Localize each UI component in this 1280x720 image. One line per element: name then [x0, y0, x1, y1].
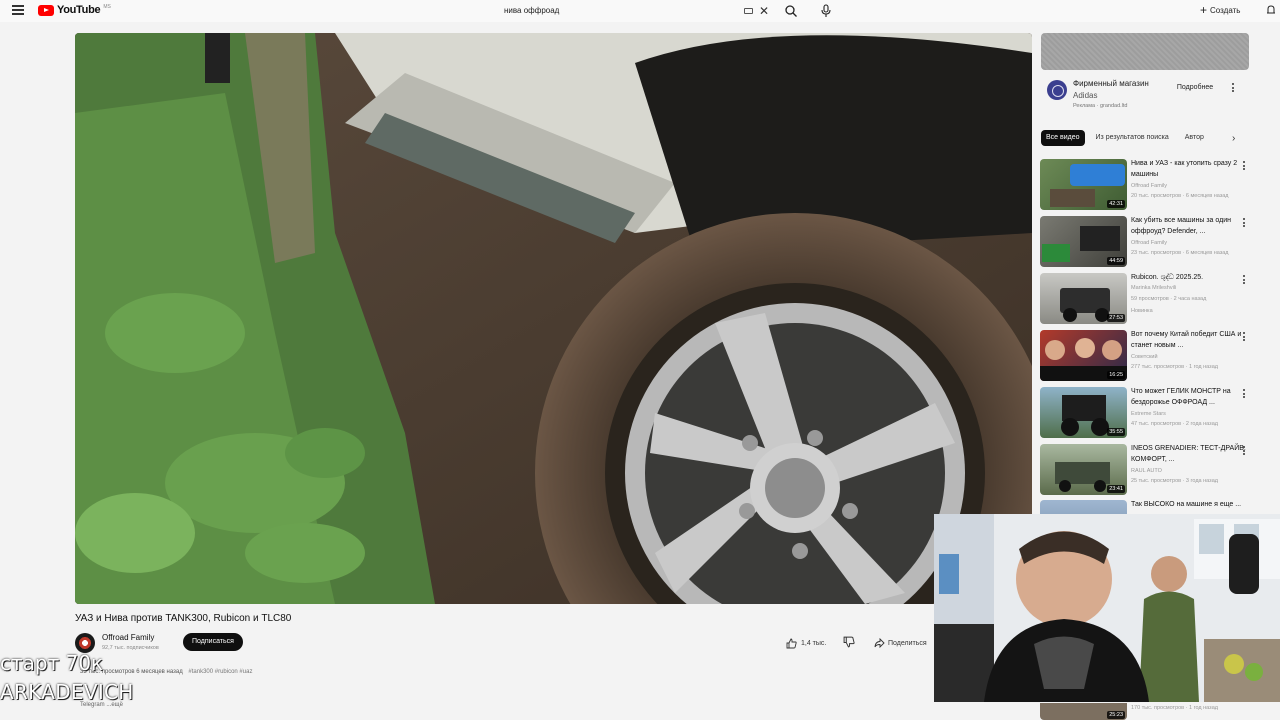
recommendation-meta: 47 тыс. просмотров · 2 года назад	[1131, 421, 1218, 427]
more-vert-icon[interactable]	[1232, 83, 1236, 93]
video-player[interactable]	[75, 33, 1032, 604]
more-vert-icon[interactable]	[1243, 218, 1247, 228]
chip-author[interactable]: Автор	[1180, 130, 1209, 146]
recommendation-meta: 25 тыс. просмотров · 3 года назад	[1131, 478, 1218, 484]
recommendation-item[interactable]: 27:53 Rubicon. ශුද්ධ 2025.25. Marinka Mr…	[1040, 273, 1260, 325]
recommendation-title[interactable]: Rubicon. ශුද්ධ 2025.25.	[1131, 273, 1251, 284]
ad-brand: Adidas	[1073, 91, 1098, 100]
recommendation-thumbnail[interactable]: 35:55	[1040, 387, 1127, 438]
duration-badge: 27:53	[1107, 314, 1125, 322]
like-icon	[786, 638, 797, 648]
webcam-feed	[934, 514, 1280, 702]
more-vert-icon[interactable]	[1243, 332, 1247, 342]
recommendation-channel[interactable]: Marinka Mrileshvili	[1131, 285, 1176, 291]
recommendation-title[interactable]: Вот почему Китай победит США и станет но…	[1131, 330, 1251, 351]
recommendation-title[interactable]: INEOS GRENADIER: ТЕСТ-ДРАЙВ. КОМФОРТ, ..…	[1131, 444, 1251, 465]
duration-badge: 44:59	[1107, 257, 1125, 265]
top-bar: YouTube MS нива оффроад ✕ + Создать	[0, 0, 1280, 22]
recommendation-thumbnail[interactable]: 42:31	[1040, 159, 1127, 210]
recommendation-channel[interactable]: Offroad Family	[1131, 183, 1167, 189]
logo-text: YouTube	[57, 4, 101, 16]
hashtags[interactable]: #tank300 #rubicon #uaz	[188, 669, 252, 675]
channel-name[interactable]: Offroad Family	[102, 633, 154, 642]
more-vert-icon[interactable]	[1243, 389, 1247, 399]
recommendation-meta: 59 просмотров · 2 часа назад	[1131, 296, 1207, 302]
create-label: Создать	[1210, 5, 1241, 15]
subscribe-button[interactable]: Подписаться	[183, 633, 243, 651]
stream-overlay-name: ARKADEVICH	[0, 680, 134, 704]
ad-banner[interactable]	[1041, 33, 1249, 70]
ad-sponsored-label: Реклама · grandad.ltd	[1073, 103, 1128, 109]
search-icon[interactable]	[784, 4, 798, 18]
keyboard-icon[interactable]	[743, 7, 753, 14]
search-box[interactable]: нива оффроад ✕	[495, 2, 775, 19]
recommendation-channel[interactable]: Extreme Stars	[1131, 411, 1166, 417]
chevron-right-icon[interactable]: ›	[1232, 134, 1240, 144]
recommendation-title[interactable]: Как убить все машины за один оффроуд? De…	[1131, 216, 1251, 237]
recommendation-meta: 277 тыс. просмотров · 1 год назад	[1131, 364, 1218, 370]
recommendation-meta: 23 тыс. просмотров · 6 месяцев назад	[1131, 250, 1229, 256]
recommendation-item[interactable]: 16:25 Вот почему Китай победит США и ста…	[1040, 330, 1260, 382]
recommendation-channel[interactable]: RAUL AUTO	[1131, 468, 1162, 474]
recommendation-item[interactable]: 23:41 INEOS GRENADIER: ТЕСТ-ДРАЙВ. КОМФО…	[1040, 444, 1260, 496]
bell-icon[interactable]	[1265, 4, 1277, 16]
like-button[interactable]: 1,4 тыс.	[786, 635, 826, 651]
menu-icon[interactable]	[12, 5, 24, 15]
stream-overlay-goal: старт 70к	[0, 651, 104, 675]
recommendation-title[interactable]: Так ВЫСОКО на машине я еще ...	[1131, 500, 1251, 511]
like-count: 1,4 тыс.	[801, 639, 827, 647]
new-badge: Новинка	[1131, 308, 1153, 314]
recommendation-thumbnail[interactable]: 44:59	[1040, 216, 1127, 267]
share-button[interactable]: Поделиться	[874, 635, 927, 651]
recommendation-meta: 170 тыс. просмотров · 1 год назад	[1131, 705, 1218, 711]
recommendation-thumbnail[interactable]: 23:41	[1040, 444, 1127, 495]
recommendation-thumbnail[interactable]: 27:53	[1040, 273, 1127, 324]
youtube-play-icon	[38, 4, 54, 16]
duration-badge: 23:41	[1107, 485, 1125, 493]
video-description-meta[interactable]: 33 тыс. просмотров 6 месяцев назад #tank…	[80, 669, 252, 675]
youtube-logo[interactable]: YouTube MS	[38, 4, 111, 16]
share-icon	[874, 638, 885, 648]
dislike-icon[interactable]	[843, 636, 855, 648]
recommendation-thumbnail[interactable]: 25:23	[1040, 703, 1127, 720]
chip-all-videos[interactable]: Все видео	[1041, 130, 1085, 146]
recommendation-item[interactable]: 42:31 Нива и УАЗ - как утопить сразу 2 м…	[1040, 159, 1260, 211]
recommendation-item[interactable]: 25:23 170 тыс. просмотров · 1 год назад	[1040, 703, 1260, 720]
duration-badge: 35:55	[1107, 428, 1125, 436]
mic-icon[interactable]	[820, 4, 832, 18]
more-vert-icon[interactable]	[1243, 161, 1247, 171]
recommendation-channel[interactable]: Offroad Family	[1131, 240, 1167, 246]
more-vert-icon[interactable]	[1243, 446, 1247, 456]
ad-details-button[interactable]: Подробнее	[1168, 81, 1222, 95]
webcam-overlay	[934, 514, 1280, 702]
search-input[interactable]: нива оффроад	[495, 6, 744, 15]
chip-from-search[interactable]: Из результатов поиска	[1091, 130, 1174, 146]
more-vert-icon[interactable]	[1243, 275, 1247, 285]
duration-badge: 25:23	[1107, 711, 1125, 719]
recommendation-item[interactable]: 35:55 Что может ГЕЛИК МОНСТР на бездорож…	[1040, 387, 1260, 439]
recommendation-title[interactable]: Нива и УАЗ - как утопить сразу 2 машины	[1131, 159, 1251, 180]
video-title: УАЗ и Нива против TANK300, Rubicon и TLC…	[75, 613, 292, 624]
duration-badge: 42:31	[1107, 200, 1125, 208]
video-frame	[75, 33, 1032, 604]
ad-title: Фирменный магазин	[1073, 79, 1149, 88]
filter-chips: Все видео Из результатов поиска Автор	[1041, 130, 1209, 148]
channel-avatar[interactable]	[75, 633, 95, 653]
recommendation-meta: 20 тыс. просмотров · 6 месяцев назад	[1131, 193, 1229, 199]
close-icon[interactable]: ✕	[759, 5, 769, 17]
logo-country: MS	[103, 4, 111, 10]
recommendation-thumbnail[interactable]: 16:25	[1040, 330, 1127, 381]
recommendation-channel[interactable]: Советский	[1131, 354, 1158, 360]
duration-badge: 16:25	[1107, 371, 1125, 379]
share-label: Поделиться	[888, 639, 927, 647]
recommendation-item[interactable]: 44:59 Как убить все машины за один оффро…	[1040, 216, 1260, 268]
channel-subscribers: 92,7 тыс. подписчиков	[102, 645, 159, 651]
recommendation-title[interactable]: Что может ГЕЛИК МОНСТР на бездорожье ОФФ…	[1131, 387, 1251, 408]
youtube-watch-page: YouTube MS нива оффроад ✕ + Создать УАЗ …	[0, 0, 1280, 720]
ad-logo	[1047, 80, 1067, 100]
plus-icon: +	[1200, 3, 1208, 17]
create-button[interactable]: + Создать	[1200, 3, 1240, 17]
